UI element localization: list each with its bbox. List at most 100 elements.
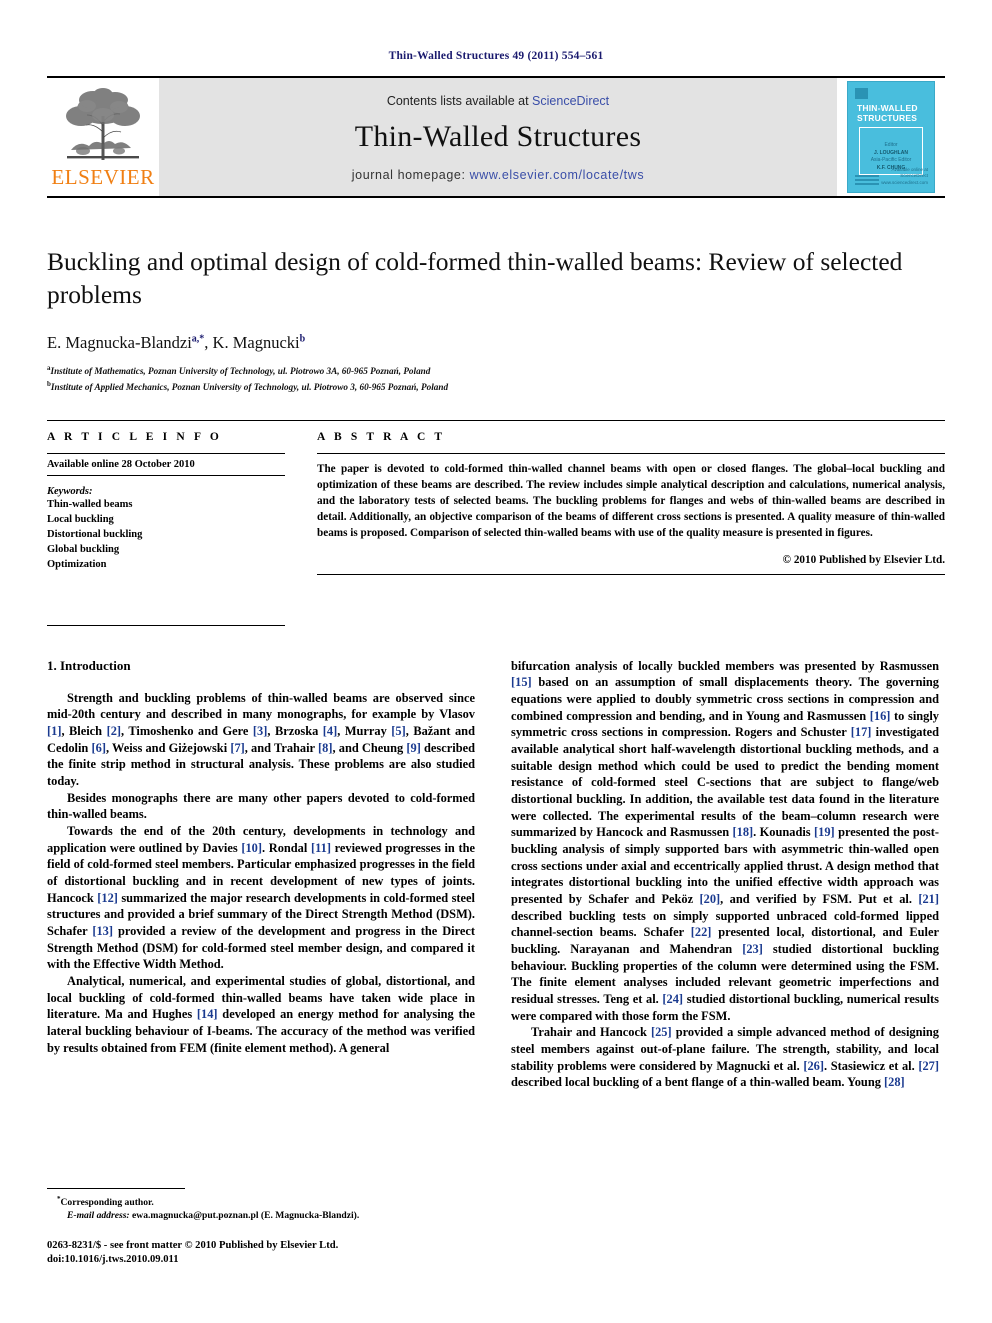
elsevier-tree-icon [53,82,153,166]
article-info-divider-bottom [47,624,285,626]
citation-reference[interactable]: [12] [97,891,118,905]
cover-card: THIN-WALLED STRUCTURES Editor J. LOUGHLA… [847,81,935,193]
page-title: Buckling and optimal design of cold-form… [47,247,903,309]
author-2-affil-marker[interactable]: b [300,334,306,345]
author-1: E. Magnucka-Blandzi [47,333,192,353]
paragraph-text: , Brzoska [267,723,323,738]
citation-reference[interactable]: [8] [318,741,332,755]
corresponding-author-text: Corresponding author. [60,1196,154,1208]
citation-reference[interactable]: [10] [241,841,262,855]
paragraph-text: . Rondal [261,840,311,855]
journal-cover-thumbnail: THIN-WALLED STRUCTURES Editor J. LOUGHLA… [837,78,945,196]
cover-editor-label: Editor [884,142,898,148]
abstract-heading: A B S T R A C T [317,431,446,444]
paragraph-text: , Bleich [61,723,107,738]
cover-barcode-icon [855,175,879,187]
author-1-affil-marker[interactable]: a,* [192,334,205,345]
title-block: Buckling and optimal design of cold-form… [47,246,945,394]
citation-reference[interactable]: [6] [92,741,106,755]
homepage-label: journal homepage: [351,168,466,182]
paper-page: Thin-Walled Structures 49 (2011) 554–561 [0,0,992,1323]
paragraph-text: Strength and buckling problems of thin-w… [47,690,475,722]
footnote-divider [47,1187,185,1189]
citation-reference[interactable]: [3] [253,724,267,738]
info-abstract-band: A R T I C L E I N F O Available online 2… [47,420,945,626]
body-paragraph: Towards the end of the 20th century, dev… [47,823,475,973]
email-address-link[interactable]: ewa.magnucka@put.poznan.pl (E. Magnucka-… [132,1210,359,1221]
banner-center: Contents lists available at ScienceDirec… [159,78,837,196]
cover-assoc-label: Asia-Pacific Editor [870,157,912,163]
cover-editor-name: J. LOUGHLAN [874,149,908,156]
citation-reference[interactable]: [7] [230,741,244,755]
keyword-item: Distortional buckling [47,528,143,540]
doi-line[interactable]: doi:10.1016/j.tws.2010.09.011 [47,1253,475,1267]
citation-reference[interactable]: [27] [918,1059,939,1073]
section-heading-introduction: 1. Introduction [47,657,131,673]
body-paragraph: Trahair and Hancock [25] provided a simp… [511,1024,939,1091]
citation-reference[interactable]: [20] [700,892,721,906]
citation-reference[interactable]: [11] [311,841,331,855]
paragraph-text: , Timoshenko and Gere [121,723,253,738]
citation-reference[interactable]: [5] [391,724,405,738]
issn-line: 0263-8231/$ - see front matter © 2010 Pu… [47,1239,339,1251]
elsevier-wordmark: ELSEVIER [51,165,155,189]
journal-banner: ELSEVIER Contents lists available at Sci… [47,76,945,196]
citation-reference[interactable]: [22] [691,925,712,939]
abstract-divider-bottom [317,573,945,575]
left-column-paragraphs: Strength and buckling problems of thin-w… [47,690,475,1057]
paragraph-text: , and Trahair [244,740,319,755]
citation-reference[interactable]: [2] [107,724,121,738]
citation-reference[interactable]: [13] [92,924,113,938]
citation-reference[interactable]: [15] [511,675,532,689]
author-2: K. Magnucki [212,333,300,353]
right-column-paragraphs: bifurcation analysis of locally buckled … [511,658,939,1091]
contents-available-line: Contents lists available at ScienceDirec… [387,94,609,108]
keyword-item: Optimization [47,558,107,570]
affiliation-a-text: Institute of Mathematics, Poznan Univers… [50,366,431,377]
citation-reference[interactable]: [16] [870,709,891,723]
affiliation-a: aInstitute of Mathematics, Poznan Univer… [47,363,945,378]
available-online-date: Available online 28 October 2010 [47,454,285,477]
keywords-label: Keywords: [47,486,93,498]
sciencedirect-link[interactable]: ScienceDirect [532,94,609,108]
affiliation-b-text: Institute of Applied Mechanics, Poznan U… [50,381,449,392]
citation-reference[interactable]: [28] [884,1075,905,1089]
body-paragraph: bifurcation analysis of locally buckled … [511,658,939,1025]
article-info-heading: A R T I C L E I N F O [47,431,222,444]
journal-homepage-line: journal homepage: www.elsevier.com/locat… [352,168,644,182]
body-column-left: 1. Introduction Strength and buckling pr… [47,657,475,1265]
corresponding-author-note: *Corresponding author. [47,1195,475,1210]
citation-reference[interactable]: [17] [851,725,872,739]
cover-publisher-badge-icon [855,88,868,99]
citation-reference[interactable]: [24] [662,992,683,1006]
citation-reference[interactable]: [23] [742,942,763,956]
body-column-right: bifurcation analysis of locally buckled … [511,658,939,1091]
body-columns: 1. Introduction Strength and buckling pr… [47,657,945,1265]
paragraph-text: described local buckling of a bent flang… [511,1075,885,1090]
citation-reference[interactable]: [14] [197,1007,218,1021]
citation-reference[interactable]: [21] [918,892,939,906]
paragraph-text: , and verified by FSM. Put et al. [720,892,919,906]
abstract-column: A B S T R A C T The paper is devoted to … [317,431,945,626]
citation-reference[interactable]: [19] [814,825,835,839]
keyword-item: Local buckling [47,513,114,525]
citation-reference[interactable]: [9] [406,741,420,755]
abstract-copyright: © 2010 Published by Elsevier Ltd. [782,553,945,566]
homepage-url-link[interactable]: www.elsevier.com/locate/tws [470,168,645,182]
keyword-item: Global buckling [47,543,120,555]
citation-reference[interactable]: [4] [323,724,337,738]
paragraph-text: . Stasiewicz et al. [824,1058,919,1073]
citation-reference[interactable]: [26] [803,1059,824,1073]
citation-reference[interactable]: [1] [47,724,61,738]
issn-copyright-block: 0263-8231/$ - see front matter © 2010 Pu… [47,1239,475,1267]
citation-reference[interactable]: [25] [651,1025,672,1039]
email-note: E-mail address: ewa.magnucka@put.poznan.… [47,1209,475,1222]
affiliation-b: bInstitute of Applied Mechanics, Poznan … [47,379,945,394]
cover-footer-sub: www.sciencedirect.com [881,179,928,185]
citation-reference[interactable]: [18] [733,825,754,839]
article-info-column: A R T I C L E I N F O Available online 2… [47,431,285,626]
cover-title: THIN-WALLED STRUCTURES [857,103,918,124]
abstract-divider-top [317,453,945,455]
cover-footer-note: Available online at ScienceDirect www.sc… [881,167,928,186]
elsevier-logo: ELSEVIER [47,78,159,196]
